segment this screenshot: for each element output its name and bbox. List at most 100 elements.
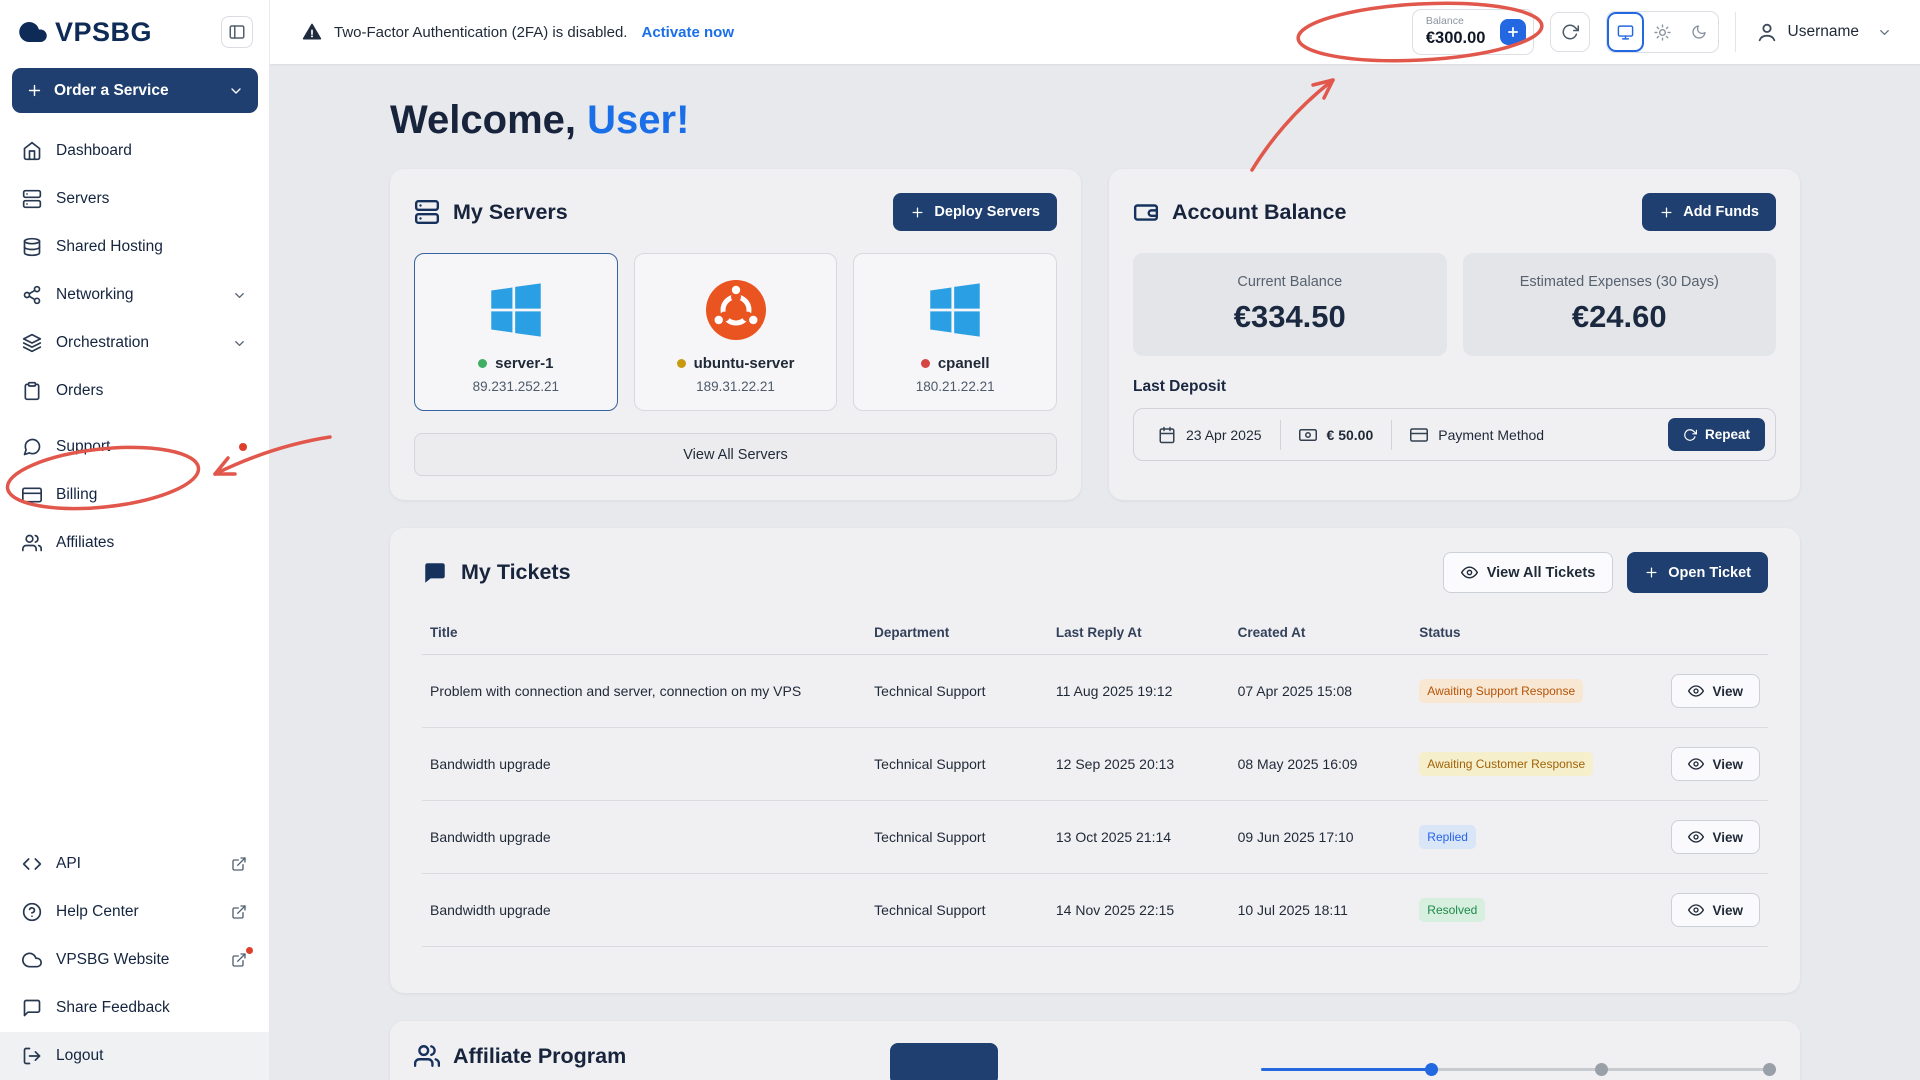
estimated-expenses-label: Estimated Expenses (30 Days) (1520, 274, 1719, 290)
user-menu[interactable]: Username (1735, 12, 1893, 52)
repeat-label: Repeat (1705, 427, 1750, 442)
slider-dot[interactable] (1763, 1063, 1776, 1076)
sidebar-item-label: Logout (56, 1047, 103, 1065)
add-funds-button[interactable]: Add Funds (1642, 193, 1776, 231)
sidebar-item-share-feedback[interactable]: Share Feedback (0, 984, 269, 1032)
server-name: cpanell (938, 355, 990, 372)
alert-text: Two-Factor Authentication (2FA) is disab… (334, 24, 627, 41)
deposit-method: Payment Method (1391, 420, 1562, 450)
repeat-deposit-button[interactable]: Repeat (1668, 418, 1765, 451)
sidebar-item-label: Dashboard (56, 142, 132, 160)
theme-dark-button[interactable] (1681, 12, 1718, 52)
balance-widget[interactable]: Balance €300.00 (1412, 9, 1534, 55)
card-title-text: My Tickets (461, 560, 571, 585)
sidebar-item-orders[interactable]: Orders (0, 367, 269, 415)
notification-dot (246, 947, 253, 954)
sidebar-item-label: Support (56, 438, 110, 456)
sidebar-item-orchestration[interactable]: Orchestration (0, 319, 269, 367)
eye-icon (1461, 564, 1478, 581)
order-service-button[interactable]: Order a Service (12, 68, 258, 113)
server-name-row: server-1 (478, 355, 553, 372)
eye-icon (1688, 902, 1704, 918)
add-balance-button[interactable] (1500, 19, 1526, 45)
deploy-servers-button[interactable]: Deploy Servers (893, 193, 1057, 231)
eye-icon (1688, 683, 1704, 699)
windows-logo-icon (483, 272, 549, 348)
refresh-button[interactable] (1550, 12, 1590, 52)
deploy-servers-label: Deploy Servers (934, 204, 1040, 220)
activate-2fa-link[interactable]: Activate now (641, 24, 734, 41)
monitor-icon (1617, 24, 1634, 41)
view-ticket-button[interactable]: View (1671, 747, 1760, 781)
username-label: Username (1788, 23, 1860, 41)
server-name-row: cpanell (921, 355, 990, 372)
sidebar-item-affiliates[interactable]: Affiliates (0, 519, 269, 567)
sidebar-collapse-button[interactable] (221, 16, 253, 48)
feedback-bubble-icon (22, 998, 42, 1018)
server-tile-server-1[interactable]: server-1 89.231.252.21 (414, 253, 618, 411)
windows-logo-icon (922, 272, 988, 348)
app-root: VPSBG Order a Service Dashboard Servers (0, 0, 1920, 1080)
affiliate-action-button[interactable] (890, 1043, 998, 1080)
affiliate-slider[interactable] (1261, 1049, 1776, 1080)
slider-dot[interactable] (1595, 1063, 1608, 1076)
view-all-servers-button[interactable]: View All Servers (414, 433, 1057, 476)
sidebar-item-servers[interactable]: Servers (0, 175, 269, 223)
open-ticket-label: Open Ticket (1668, 565, 1751, 581)
estimated-expenses-box: Estimated Expenses (30 Days) €24.60 (1463, 253, 1777, 356)
plus-icon (1506, 25, 1520, 39)
affiliate-title: Affiliate Program (414, 1043, 626, 1069)
sidebar-item-label: Networking (56, 286, 134, 304)
sidebar-item-logout[interactable]: Logout (0, 1032, 269, 1080)
plus-icon (1659, 205, 1674, 220)
sidebar-item-networking[interactable]: Networking (0, 271, 269, 319)
sidebar: VPSBG Order a Service Dashboard Servers (0, 0, 270, 1080)
current-balance-label: Current Balance (1237, 274, 1342, 290)
server-tiles: server-1 89.231.252.21 ubuntu-server (414, 253, 1057, 411)
ticket-department: Technical Support (866, 801, 1048, 874)
welcome-username: User! (587, 98, 689, 142)
sidebar-item-shared-hosting[interactable]: Shared Hosting (0, 223, 269, 271)
layers-icon (22, 333, 42, 353)
tickets-table: Title Department Last Reply At Created A… (422, 611, 1768, 947)
open-ticket-button[interactable]: Open Ticket (1627, 552, 1768, 593)
view-all-tickets-button[interactable]: View All Tickets (1443, 552, 1614, 593)
sidebar-item-vpsbg-website[interactable]: VPSBG Website (0, 936, 269, 984)
status-dot (478, 359, 487, 368)
sidebar-item-label: VPSBG Website (56, 951, 169, 969)
ticket-department: Technical Support (866, 874, 1048, 947)
chevron-down-icon (228, 83, 244, 99)
network-share-icon (22, 285, 42, 305)
slider-knob[interactable] (1425, 1063, 1438, 1076)
sidebar-item-support[interactable]: Support (0, 423, 269, 471)
status-badge: Replied (1419, 825, 1476, 849)
view-ticket-button[interactable]: View (1671, 674, 1760, 708)
sidebar-item-label: Orchestration (56, 334, 149, 352)
table-header-row: Title Department Last Reply At Created A… (422, 611, 1768, 655)
ticket-title: Bandwidth upgrade (422, 874, 866, 947)
server-tile-cpanell[interactable]: cpanell 180.21.22.21 (853, 253, 1057, 411)
ticket-row: Bandwidth upgrade Technical Support 14 N… (422, 874, 1768, 947)
sidebar-item-label: API (56, 855, 81, 873)
ticket-last-reply: 14 Nov 2025 22:15 (1048, 874, 1230, 947)
plus-icon (1644, 565, 1659, 580)
theme-system-button[interactable] (1607, 12, 1644, 52)
sidebar-divider (0, 415, 269, 423)
vpsbg-logo[interactable]: VPSBG (18, 17, 152, 48)
server-tile-ubuntu-server[interactable]: ubuntu-server 189.31.22.21 (634, 253, 838, 411)
sidebar-item-dashboard[interactable]: Dashboard (0, 127, 269, 175)
view-ticket-button[interactable]: View (1671, 820, 1760, 854)
cloud-logo-icon (18, 17, 48, 47)
my-servers-card: My Servers Deploy Servers (390, 169, 1081, 500)
my-tickets-title: My Tickets (422, 560, 571, 586)
status-badge: Awaiting Support Response (1419, 679, 1583, 703)
refresh-icon (1561, 23, 1579, 41)
sidebar-item-api[interactable]: API (0, 840, 269, 888)
ticket-row: Bandwidth upgrade Technical Support 13 O… (422, 801, 1768, 874)
ticket-chat-icon (422, 560, 448, 586)
credit-card-icon (22, 485, 42, 505)
view-ticket-button[interactable]: View (1671, 893, 1760, 927)
theme-light-button[interactable] (1644, 12, 1681, 52)
sidebar-item-help-center[interactable]: Help Center (0, 888, 269, 936)
sidebar-item-billing[interactable]: Billing (0, 471, 269, 519)
